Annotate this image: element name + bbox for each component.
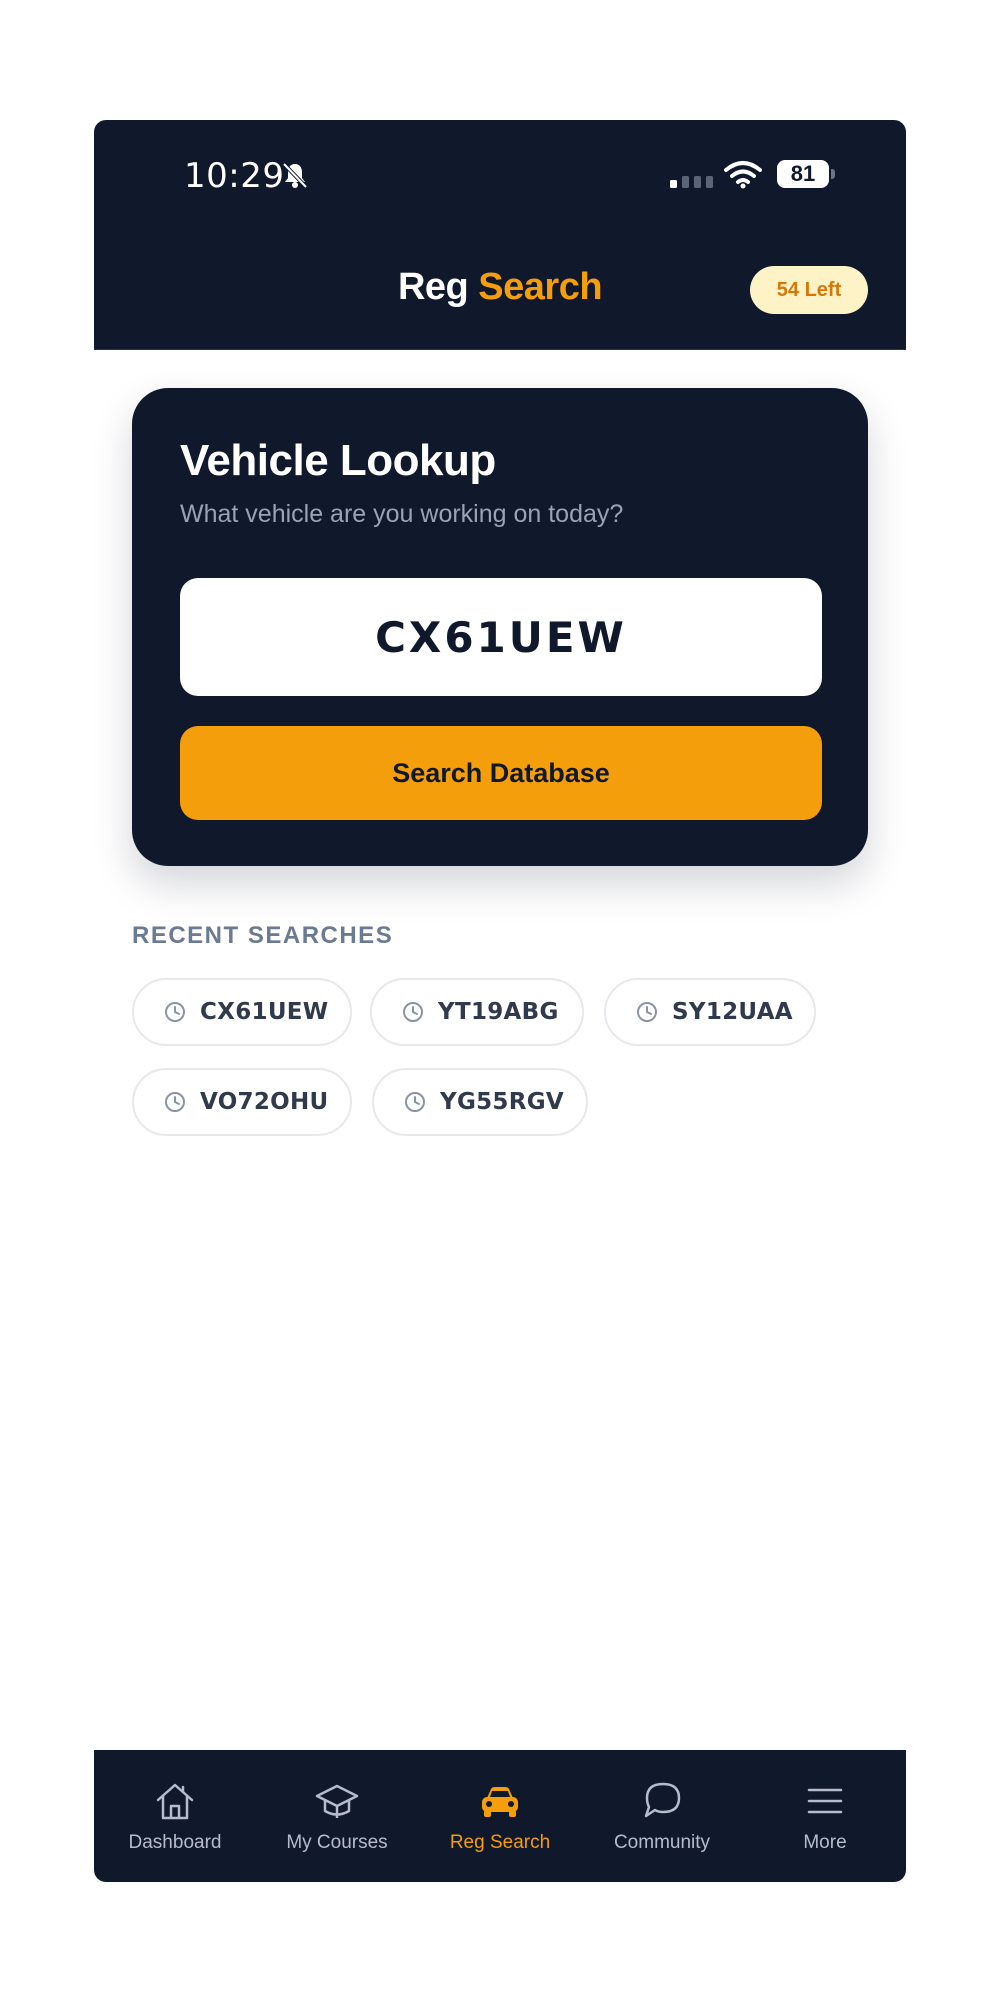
nav-community[interactable]: Community bbox=[581, 1750, 743, 1882]
recent-search-label: VO72OHU bbox=[200, 1089, 329, 1115]
recent-search-chip[interactable]: VO72OHU bbox=[132, 1068, 352, 1136]
searches-left-badge: 54 Left bbox=[750, 266, 868, 314]
registration-input[interactable] bbox=[180, 578, 822, 696]
clock-icon bbox=[165, 1092, 185, 1112]
nav-label: My Courses bbox=[286, 1832, 388, 1853]
recent-search-label: YG55RGV bbox=[440, 1089, 565, 1115]
status-time: 10:29 bbox=[184, 156, 285, 196]
menu-icon bbox=[807, 1788, 843, 1814]
nav-my-courses[interactable]: My Courses bbox=[256, 1750, 418, 1882]
nav-reg-search[interactable]: Reg Search bbox=[419, 1750, 581, 1882]
nav-label: Dashboard bbox=[128, 1832, 222, 1853]
clock-icon bbox=[403, 1002, 423, 1022]
bell-muted-icon bbox=[282, 162, 308, 189]
page-title-search: Search bbox=[478, 266, 603, 308]
bottom-navigation: Dashboard My Courses Reg Search Communit… bbox=[94, 1750, 906, 1882]
page-title-reg: Reg bbox=[397, 266, 469, 308]
nav-label: Community bbox=[613, 1832, 711, 1853]
recent-search-label: YT19ABG bbox=[438, 999, 559, 1025]
recent-search-chip[interactable]: YG55RGV bbox=[372, 1068, 588, 1136]
recent-search-chip[interactable]: SY12UAA bbox=[604, 978, 816, 1046]
card-subtitle: What vehicle are you working on today? bbox=[180, 500, 624, 528]
nav-more[interactable]: More bbox=[744, 1750, 906, 1882]
vehicle-lookup-card: Vehicle Lookup What vehicle are you work… bbox=[132, 388, 868, 866]
recent-search-label: SY12UAA bbox=[672, 999, 793, 1025]
clock-icon bbox=[165, 1002, 185, 1022]
chat-bubble-icon bbox=[644, 1782, 681, 1818]
card-title: Vehicle Lookup bbox=[180, 436, 496, 485]
car-icon bbox=[482, 1787, 518, 1817]
clock-icon bbox=[637, 1002, 657, 1022]
search-database-button[interactable]: Search Database bbox=[180, 726, 822, 820]
recent-search-chip[interactable]: YT19ABG bbox=[370, 978, 584, 1046]
clock-icon bbox=[405, 1092, 425, 1112]
nav-label: Reg Search bbox=[449, 1832, 551, 1853]
graduation-cap-icon bbox=[315, 1784, 359, 1818]
recent-searches-heading: RECENT SEARCHES bbox=[132, 922, 394, 949]
cellular-signal-icon bbox=[670, 176, 713, 188]
nav-label: More bbox=[803, 1832, 847, 1853]
wifi-icon bbox=[724, 161, 762, 189]
recent-search-chip[interactable]: CX61UEW bbox=[132, 978, 352, 1046]
recent-search-label: CX61UEW bbox=[200, 999, 329, 1025]
battery-icon bbox=[831, 169, 835, 179]
nav-dashboard[interactable]: Dashboard bbox=[94, 1750, 256, 1882]
app-header: 10:29 81 Reg Search 54 Left bbox=[94, 120, 906, 350]
home-icon bbox=[156, 1783, 194, 1820]
app-screen: 10:29 81 Reg Search 54 Left Vehicle Look… bbox=[94, 120, 906, 1882]
battery-level: 81 bbox=[777, 160, 829, 188]
